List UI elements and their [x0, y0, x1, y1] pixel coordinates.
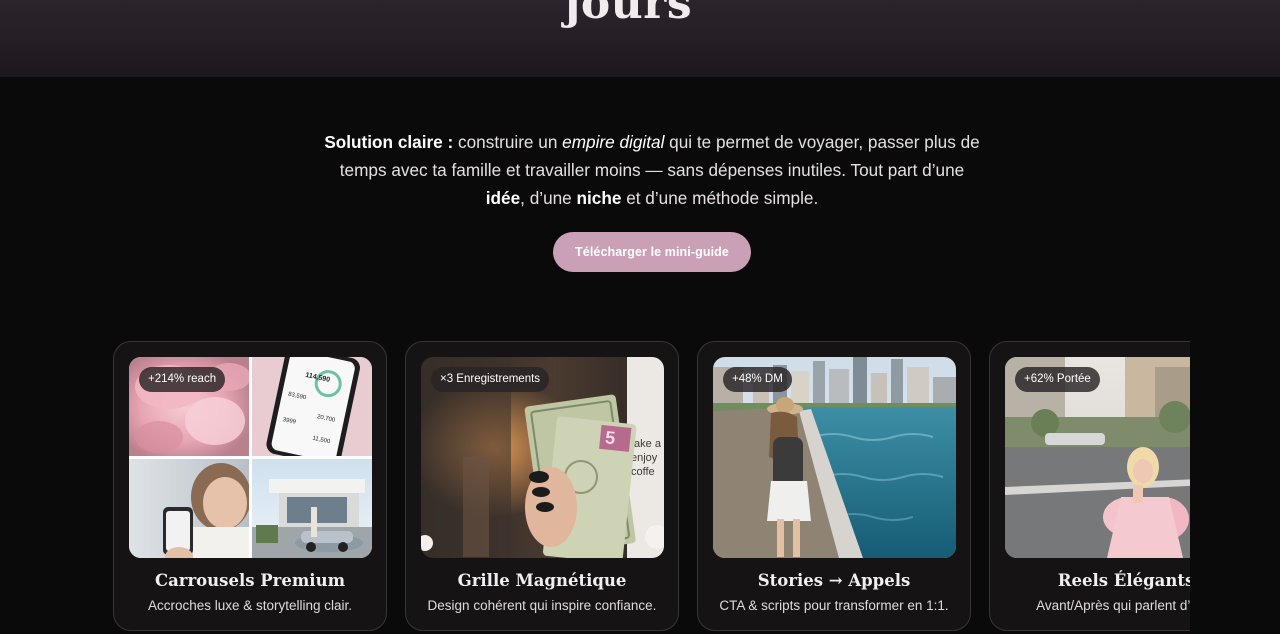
solution-emphasis: empire digital: [562, 132, 665, 152]
solution-text-4: et d’une méthode simple.: [621, 188, 819, 208]
card-image-marina: +48% DM: [713, 357, 956, 558]
card-title: Carrousels Premium: [154, 571, 346, 590]
card-reels-elegants[interactable]: +62% Portée Reels Élégants Avant/Après q…: [989, 341, 1190, 631]
card-subtitle: Accroches luxe & storytelling clair.: [147, 598, 353, 613]
solution-paragraph: Solution claire : construire un empire d…: [320, 128, 984, 212]
card-title: Stories → Appels: [757, 571, 911, 590]
card-title: Reels Élégants: [1057, 571, 1190, 590]
stat-badge: +48% DM: [723, 367, 792, 392]
solution-text-3: , d’une: [520, 188, 577, 208]
hero-title-fragment: jours": [564, 0, 716, 29]
stat-badge: +214% reach: [139, 367, 226, 392]
card-image-street: +62% Portée: [1005, 357, 1190, 558]
card-image-collage: 114,590 83,590 20,700 3999 11,500 +214% …: [129, 357, 372, 558]
card-carrousels-premium[interactable]: 114,590 83,590 20,700 3999 11,500 +214% …: [113, 341, 387, 631]
card-grille-magnetique[interactable]: take a enjoy coffe 5 ×3 Enregistrements …: [405, 341, 679, 631]
solution-text-1: construire un: [453, 132, 563, 152]
stat-badge: +62% Portée: [1015, 367, 1100, 392]
stat-badge: ×3 Enregistrements: [431, 367, 550, 392]
card-subtitle: CTA & scripts pour transformer en 1:1.: [719, 598, 949, 613]
card-image-money: take a enjoy coffe 5 ×3 Enregistrements: [421, 357, 664, 558]
card-stories-appels[interactable]: +48% DM Stories → Appels CTA & scripts p…: [697, 341, 971, 631]
solution-lead: Solution claire :: [324, 132, 454, 152]
svg-text:5: 5: [604, 427, 616, 448]
note-line-2: enjoy: [631, 452, 658, 464]
hero-section: jours": [0, 0, 1280, 77]
keyword-niche: niche: [576, 188, 622, 208]
keyword-idea: idée: [485, 188, 521, 208]
services-carousel[interactable]: 114,590 83,590 20,700 3999 11,500 +214% …: [113, 341, 1190, 634]
card-subtitle: Design cohérent qui inspire confiance.: [427, 598, 657, 613]
download-mini-guide-button[interactable]: Télécharger le mini-guide: [553, 232, 751, 272]
card-subtitle: Avant/Après qui parlent d’eux.: [1036, 598, 1190, 613]
note-line-3: coffe: [631, 466, 655, 478]
note-line-1: take a: [631, 438, 662, 450]
card-title: Grille Magnétique: [457, 571, 627, 590]
